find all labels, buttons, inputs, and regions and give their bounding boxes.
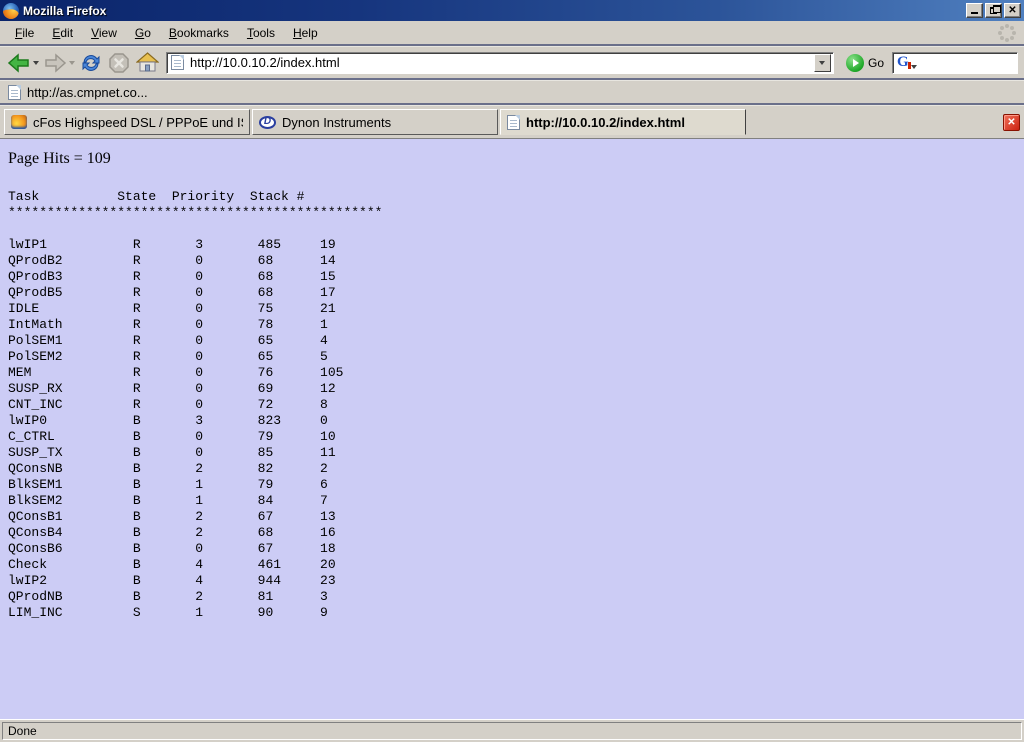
title-bar: Mozilla Firefox ✕	[0, 0, 1024, 21]
window-title: Mozilla Firefox	[23, 4, 106, 18]
task-table-line: QProdNB B 2 81 3	[8, 589, 1016, 605]
task-table-line: PolSEM1 R 0 65 4	[8, 333, 1016, 349]
status-text: Done	[2, 722, 1022, 740]
home-icon	[136, 52, 159, 73]
task-table-line: C_CTRL B 0 79 10	[8, 429, 1016, 445]
menu-help[interactable]: Help	[284, 23, 327, 43]
close-icon: ✕	[1008, 6, 1016, 16]
bookmarks-toolbar: http://as.cmpnet.co...	[0, 81, 1024, 103]
task-table-line: SUSP_TX B 0 85 11	[8, 445, 1016, 461]
task-table-line: QConsB1 B 2 67 13	[8, 509, 1016, 525]
tab-2[interactable]: D Dynon Instruments	[252, 109, 498, 135]
forward-arrow-icon	[43, 53, 67, 73]
task-table-line: QProdB5 R 0 68 17	[8, 285, 1016, 301]
stop-button[interactable]	[106, 51, 132, 75]
menu-bar: FileEditViewGoBookmarksToolsHelp	[0, 21, 1024, 44]
menu-view[interactable]: View	[82, 23, 126, 43]
reload-button[interactable]	[78, 51, 104, 75]
search-engine-caret[interactable]	[911, 65, 917, 69]
window-controls: ✕	[966, 3, 1021, 18]
menu-edit[interactable]: Edit	[43, 23, 82, 43]
tabs-container: cFos Highspeed DSL / PPPoE und ISDN CAP.…	[4, 109, 748, 135]
url-dropdown-caret	[819, 61, 825, 65]
task-table-line: lwIP1 R 3 485 19	[8, 237, 1016, 253]
firefox-logo-icon	[3, 3, 19, 19]
tab-label: Dynon Instruments	[282, 115, 391, 130]
task-table-line: BlkSEM2 B 1 84 7	[8, 493, 1016, 509]
restore-button[interactable]	[985, 3, 1002, 18]
task-table-line: QConsB4 B 2 68 16	[8, 525, 1016, 541]
forward-dropdown-caret[interactable]	[69, 61, 75, 65]
go-button[interactable]: Go	[840, 54, 890, 72]
tab-close-button[interactable]: ✕	[1003, 114, 1020, 131]
tab-label: http://10.0.10.2/index.html	[526, 115, 685, 130]
close-button[interactable]: ✕	[1004, 3, 1021, 18]
status-bar: Done	[0, 719, 1024, 742]
navigation-toolbar: http://10.0.10.2/index.html Go G	[0, 47, 1024, 78]
go-label: Go	[868, 56, 884, 70]
task-table-line: SUSP_RX R 0 69 12	[8, 381, 1016, 397]
bookmark-page-icon	[8, 85, 21, 100]
task-table-line: lwIP0 B 3 823 0	[8, 413, 1016, 429]
task-table-line: CNT_INC R 0 72 8	[8, 397, 1016, 413]
page-icon	[507, 115, 520, 130]
task-table-line: Task State Priority Stack #	[8, 189, 1016, 205]
tab-label: cFos Highspeed DSL / PPPoE und ISDN CAP.…	[33, 115, 243, 130]
url-page-icon	[171, 55, 184, 70]
task-table-line: BlkSEM1 B 1 79 6	[8, 477, 1016, 493]
bookmark-label: http://as.cmpnet.co...	[27, 85, 148, 100]
url-bar[interactable]: http://10.0.10.2/index.html	[166, 52, 834, 74]
task-table-line	[8, 221, 1016, 237]
menu-items: FileEditViewGoBookmarksToolsHelp	[6, 23, 327, 43]
go-icon	[846, 54, 864, 72]
back-arrow-icon	[7, 53, 31, 73]
url-input[interactable]: http://10.0.10.2/index.html	[190, 55, 814, 70]
menu-file[interactable]: File	[6, 23, 43, 43]
task-table-line: QProdB3 R 0 68 15	[8, 269, 1016, 285]
task-table-line: QConsB6 B 0 67 18	[8, 541, 1016, 557]
minimize-button[interactable]	[966, 3, 983, 18]
url-dropdown-button[interactable]	[814, 54, 831, 72]
task-table-line: lwIP2 B 4 944 23	[8, 573, 1016, 589]
task-table: Task State Priority Stack #*************…	[8, 189, 1016, 621]
dynon-icon: D	[259, 116, 276, 129]
menu-tools[interactable]: Tools	[238, 23, 284, 43]
minimize-icon	[971, 11, 978, 14]
task-table-line: QProdB2 R 0 68 14	[8, 253, 1016, 269]
forward-button[interactable]	[42, 52, 76, 74]
bookmark-item[interactable]: http://as.cmpnet.co...	[8, 85, 148, 100]
tab-bar: cFos Highspeed DSL / PPPoE und ISDN CAP.…	[0, 106, 1024, 139]
back-dropdown-caret[interactable]	[33, 61, 39, 65]
menu-bookmarks[interactable]: Bookmarks	[160, 23, 238, 43]
task-table-line: IDLE R 0 75 21	[8, 301, 1016, 317]
task-table-line: MEM R 0 76 105	[8, 365, 1016, 381]
home-button[interactable]	[134, 51, 160, 75]
task-table-line: LIM_INC S 1 90 9	[8, 605, 1016, 621]
stop-icon	[108, 52, 130, 74]
reload-icon	[80, 53, 102, 73]
menu-go[interactable]: Go	[126, 23, 160, 43]
task-table-line: Check B 4 461 20	[8, 557, 1016, 573]
throbber-icon	[998, 24, 1016, 42]
google-logo-icon: G	[897, 55, 909, 70]
search-box[interactable]: G	[892, 52, 1018, 74]
page-hits-text: Page Hits = 109	[8, 150, 1016, 168]
restore-icon	[990, 7, 997, 14]
task-table-line: IntMath R 0 78 1	[8, 317, 1016, 333]
tab-3[interactable]: http://10.0.10.2/index.html	[500, 109, 746, 135]
page-content: Page Hits = 109 Task State Priority Stac…	[0, 139, 1024, 719]
task-table-line: QConsNB B 2 82 2	[8, 461, 1016, 477]
tab-1[interactable]: cFos Highspeed DSL / PPPoE und ISDN CAP.…	[4, 109, 250, 135]
task-table-line: ****************************************…	[8, 205, 1016, 221]
back-button[interactable]	[6, 52, 40, 74]
task-table-line: PolSEM2 R 0 65 5	[8, 349, 1016, 365]
cfos-icon	[11, 115, 27, 129]
